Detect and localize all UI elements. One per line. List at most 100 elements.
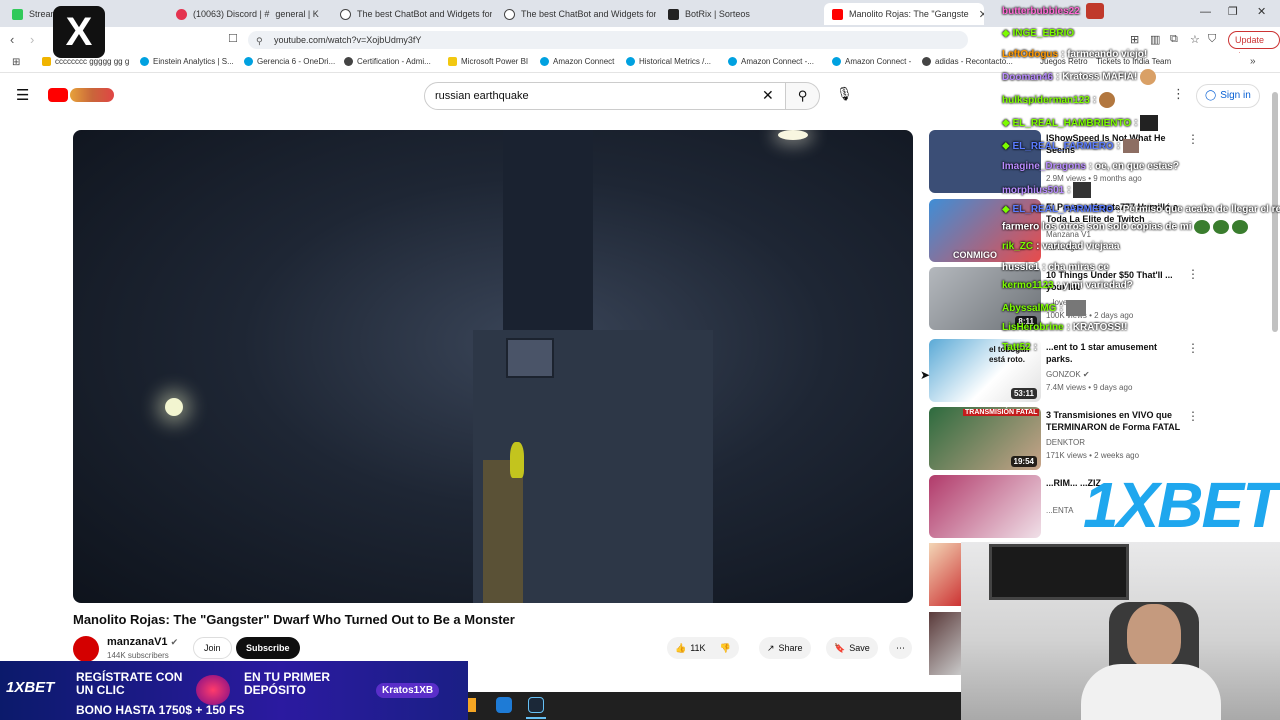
favorites-icon[interactable]: ☆ — [1190, 33, 1200, 46]
clear-search-icon[interactable]: ✕ — [762, 87, 774, 104]
chat-message: hulkspiderman123: — [1002, 92, 1115, 108]
bookmark-icon[interactable]: ☐ — [228, 32, 238, 45]
forward-icon[interactable]: › — [30, 32, 34, 47]
verified-icon: ✔ — [170, 637, 179, 647]
share-button[interactable]: ↗ Share — [759, 637, 811, 659]
video-frame-light — [778, 130, 808, 140]
save-button[interactable]: 🔖 Save — [826, 637, 878, 659]
emote-icon — [1122, 139, 1139, 153]
apps-grid-icon[interactable]: ⊞ — [12, 57, 20, 68]
recommendation-item[interactable]: el tobogán está roto. 53:11 ...ent to 1 … — [929, 339, 1269, 403]
folder-icon — [42, 57, 51, 66]
webcam-background-tv — [989, 544, 1129, 600]
bookmark-item[interactable]: Einstein Analytics | S... — [140, 57, 234, 66]
badge-icon: ◆ — [1002, 28, 1010, 39]
recommendation-thumbnail[interactable] — [929, 543, 961, 606]
taskbar-active-indicator — [526, 717, 546, 719]
bookmark-item[interactable]: Historical Metrics /... — [626, 57, 711, 66]
sign-in-button[interactable]: ◯ Sign in — [1196, 84, 1260, 108]
video-player[interactable] — [73, 130, 913, 603]
windows-taskbar — [468, 692, 961, 720]
bookmark-item[interactable]: cccccccc ggggg gg g — [42, 57, 129, 66]
shield-icon[interactable]: ⛉ — [1208, 33, 1216, 46]
channel-row: manzanaV1 ✔ 144K subscribers Join Subscr… — [73, 636, 913, 662]
salesforce-icon — [540, 57, 549, 66]
search-button[interactable]: ⚲ — [786, 82, 820, 110]
taskbar-app-icon[interactable] — [468, 698, 476, 712]
search-input[interactable]: russian earthquake — [424, 82, 786, 110]
edge-browser-icon[interactable] — [496, 697, 512, 713]
steam-icon[interactable] — [528, 697, 544, 713]
subscribe-button[interactable]: Subscribe — [236, 637, 300, 659]
chat-message: morphius501: — [1002, 182, 1092, 198]
update-button[interactable]: Update ⋮ — [1228, 31, 1280, 61]
thumbs-down-icon[interactable]: 👎 — [720, 637, 731, 659]
split-icon[interactable]: ⧉ — [1170, 33, 1178, 46]
chat-message: ◆ EL_REAL_FARMERO: — [1002, 139, 1139, 153]
bookmark-item[interactable]: Amazon Connect - — [832, 57, 911, 66]
like-button[interactable]: 👍 11K 👎 — [667, 637, 739, 659]
chat-message: ◆ EL_REAL_FARMERO: Permiso que acaba de … — [1002, 204, 1280, 215]
tab-chatbot-1[interactable]: The best ChatBot and Widgets for Ki — [332, 3, 492, 25]
more-icon: ⋯ — [896, 643, 905, 653]
subscriber-count: 144K subscribers — [107, 651, 169, 660]
chat-message: ◆ INGE_EBRIO — [1002, 28, 1075, 39]
video-frame-lamp — [165, 398, 183, 416]
maximize-icon[interactable]: ❐ — [1228, 5, 1238, 18]
recommendation-thumbnail[interactable] — [929, 475, 1041, 538]
video-title: Manolito Rojas: The "Gangster" Dwarf Who… — [73, 612, 515, 627]
tab-discord[interactable]: (10063) Discord | # general | K — [168, 3, 328, 25]
tab-botrix[interactable]: BotRix | Sorteos — [660, 3, 820, 25]
x-logo-overlay: X — [53, 6, 105, 58]
more-options-icon[interactable]: ⋮ — [1187, 267, 1199, 281]
chat-message: butterbubbles22 — [1002, 3, 1104, 19]
youtube-doodle-icon[interactable] — [70, 88, 114, 102]
chat-message: hussle1: cha miras ce — [1002, 262, 1109, 273]
close-window-icon[interactable]: ✕ — [1257, 5, 1266, 18]
kick-icon — [12, 8, 23, 20]
bookmark-item[interactable]: Microsoft Power BI — [448, 57, 528, 66]
search-icon: ⚲ — [797, 88, 808, 103]
settings-more-icon[interactable]: ⋮ — [1172, 86, 1185, 102]
sidebar-icon[interactable]: ▥ — [1150, 33, 1160, 46]
chat-message: farmero los otros son solo copias de mi — [1002, 220, 1248, 234]
recommendation-thumbnail[interactable]: 8:11 — [929, 267, 1041, 330]
globe-icon — [922, 57, 931, 66]
bookmark-item[interactable]: Certification - Admi... — [344, 57, 431, 66]
channel-avatar[interactable] — [73, 636, 99, 662]
extensions-icon[interactable]: ⊞ — [1130, 33, 1139, 46]
webcam-streamer-body — [1081, 664, 1221, 720]
bookmark-item[interactable]: Amazon Connect — [540, 57, 614, 66]
back-icon[interactable]: ‹ — [10, 32, 14, 47]
salesforce-icon — [832, 57, 841, 66]
recommendation-thumbnail[interactable] — [929, 612, 961, 675]
bookmark-item[interactable]: Gerencia 6 - OneDri... — [244, 57, 335, 66]
tab-youtube-active[interactable]: Manolito Rojas: The "Gangste ✕ — [824, 3, 984, 25]
more-bookmarks-icon[interactable]: » — [1250, 56, 1256, 67]
url-field[interactable]: youtube.com/watch?v=XojbUdmy3fY — [248, 31, 968, 49]
tab-chatbot-2[interactable]: The best ChatBot and Widgets for Ki — [496, 3, 656, 25]
badge-icon: ◆ — [1002, 117, 1010, 129]
bookmark-item[interactable]: adidas - Recontacto... — [922, 57, 1013, 66]
more-options-icon[interactable]: ⋮ — [1187, 132, 1199, 146]
minimize-icon[interactable]: — — [1200, 6, 1211, 18]
emote-icon — [1213, 220, 1230, 234]
close-tab-icon[interactable]: ✕ — [979, 8, 984, 21]
youtube-logo-icon[interactable] — [48, 88, 68, 102]
site-info-icon[interactable]: ⚲ — [256, 36, 263, 47]
more-actions-button[interactable]: ⋯ — [889, 637, 912, 659]
salesforce-icon — [140, 57, 149, 66]
join-button[interactable]: Join — [193, 637, 232, 659]
recommendation-item[interactable]: TRANSMISIÓN FATAL 19:54 3 Transmisiones … — [929, 407, 1269, 471]
video-frame-window — [506, 338, 554, 378]
recommendation-thumbnail[interactable]: TRANSMISIÓN FATAL 19:54 — [929, 407, 1041, 470]
menu-icon[interactable]: ☰ — [16, 86, 29, 104]
chat-message: kermo1123: y mi variedad? — [1002, 280, 1133, 291]
more-options-icon[interactable]: ⋮ — [1187, 409, 1199, 423]
emote-icon — [1098, 92, 1115, 108]
channel-name[interactable]: manzanaV1 ✔ — [107, 636, 178, 648]
microphone-icon[interactable]: 🎙 — [836, 86, 853, 102]
bookmark-item[interactable]: Amazon Connect -... — [728, 57, 814, 66]
botrix-icon — [668, 8, 679, 20]
more-options-icon[interactable]: ⋮ — [1187, 341, 1199, 355]
